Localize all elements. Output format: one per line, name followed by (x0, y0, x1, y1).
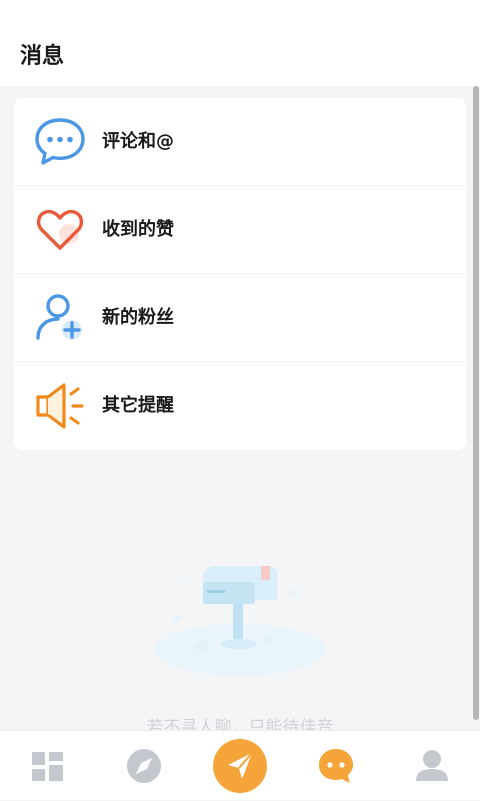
menu-item-likes[interactable]: 收到的赞 (14, 186, 466, 274)
profile-icon (416, 750, 448, 781)
scrollbar[interactable] (473, 86, 479, 720)
add-user-icon (36, 294, 82, 340)
tab-discover[interactable] (114, 731, 174, 801)
menu-item-new-followers[interactable]: 新的粉丝 (14, 274, 466, 362)
tab-profile[interactable] (402, 731, 462, 801)
menu-item-label: 其它提醒 (102, 395, 174, 416)
chat-bubble-icon (319, 749, 353, 783)
speaker-icon (36, 383, 84, 429)
message-menu: 评论和@ 收到的赞 新的粉丝 其它提醒 (14, 98, 466, 450)
menu-item-label: 评论和@ (102, 131, 174, 152)
heart-icon (36, 209, 84, 250)
menu-item-label: 新的粉丝 (102, 307, 174, 328)
send-arrow-icon (213, 739, 267, 793)
bottom-tab-bar (0, 730, 480, 800)
page-title: 消息 (20, 44, 65, 69)
compass-icon (127, 749, 161, 783)
menu-item-comments[interactable]: 评论和@ (14, 98, 466, 186)
comment-bubble-icon (35, 118, 85, 165)
dashboard-grid-icon (32, 752, 63, 781)
menu-item-other-reminders[interactable]: 其它提醒 (14, 362, 466, 450)
tab-publish[interactable] (210, 731, 270, 801)
mailbox-illustration (154, 566, 326, 676)
tab-messages[interactable] (306, 731, 366, 801)
menu-item-label: 收到的赞 (102, 219, 174, 240)
tab-dashboard[interactable] (18, 731, 78, 801)
header: 消息 (0, 0, 480, 86)
